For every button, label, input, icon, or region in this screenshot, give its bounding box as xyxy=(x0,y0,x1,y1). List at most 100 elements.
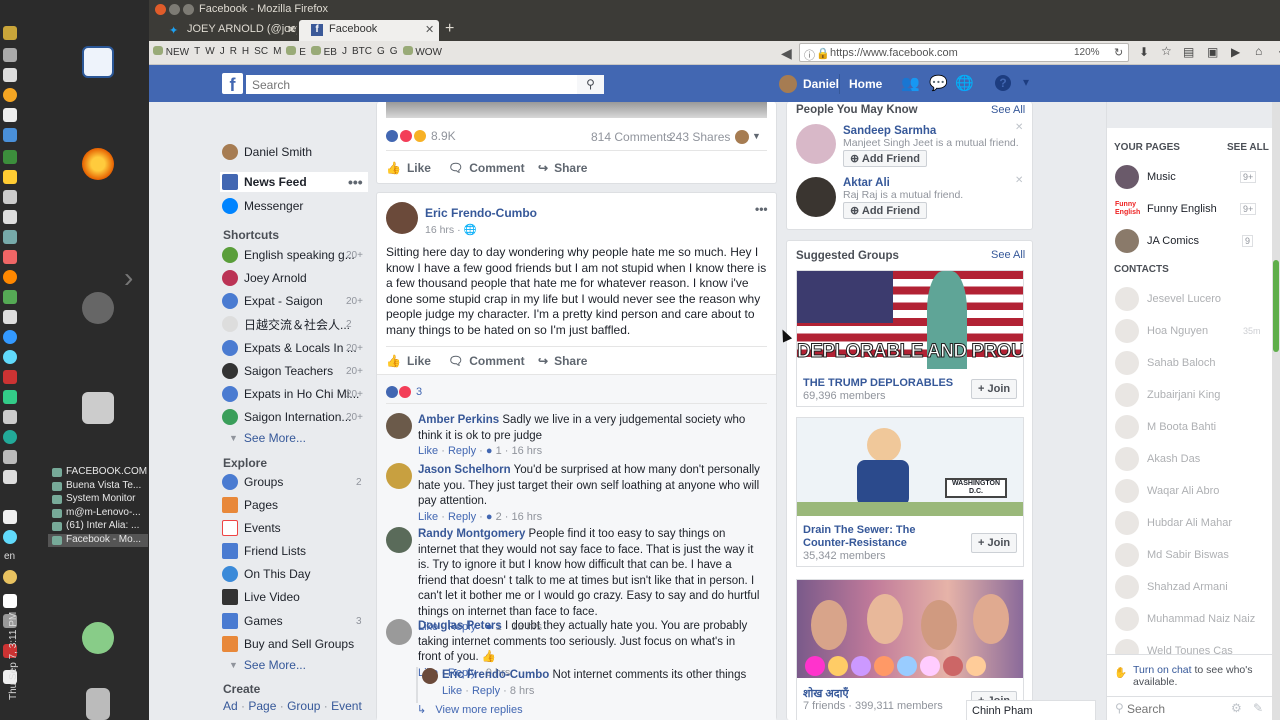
group-cover-image[interactable]: DEPLORABLE AND PROUD xyxy=(797,271,1023,369)
atom-icon[interactable] xyxy=(3,350,17,364)
window-list-item[interactable]: m@m-Lenovo-... xyxy=(48,507,148,521)
nav-profile[interactable]: Daniel Smith xyxy=(222,142,312,162)
zoom-level[interactable]: 120% xyxy=(1074,47,1100,58)
comment-button[interactable]: 🗨 Comment xyxy=(448,354,538,368)
page-scrollbar[interactable] xyxy=(1272,102,1280,720)
new-tab-button[interactable]: + xyxy=(445,20,454,38)
group-name[interactable]: Drain The Sewer: The Counter-Resistance xyxy=(803,524,963,550)
comment-like-link[interactable]: Like xyxy=(442,685,462,697)
share-button[interactable]: ↪ Share xyxy=(538,354,587,368)
window-list-item[interactable]: FACEBOOK.COM xyxy=(48,466,148,480)
avatar[interactable] xyxy=(386,202,418,234)
bookmark-item[interactable]: WOW xyxy=(402,46,442,58)
reload-icon[interactable]: ↻ xyxy=(1114,46,1123,59)
avatar[interactable] xyxy=(386,463,412,489)
contact-item[interactable]: Muhammad Naiz Naiz xyxy=(1115,607,1255,631)
bookmark-item[interactable]: EB xyxy=(310,46,337,58)
shortcut-item[interactable]: Saigon Internation... 20+ xyxy=(222,407,363,427)
page-item-music[interactable]: Music 9+ xyxy=(1115,165,1265,189)
comment-time[interactable]: 16 hrs xyxy=(512,511,543,523)
app-icon[interactable] xyxy=(3,210,17,224)
explore-item-events[interactable]: Events xyxy=(222,518,281,538)
facebook-logo[interactable]: f xyxy=(222,73,243,95)
avatar[interactable] xyxy=(386,619,412,645)
user-icon[interactable] xyxy=(82,622,114,654)
chrome-icon[interactable] xyxy=(3,330,17,344)
avatar[interactable] xyxy=(386,527,412,553)
url-text[interactable]: https://www.facebook.com xyxy=(830,47,958,59)
contact-item[interactable]: Sahab Baloch xyxy=(1115,351,1216,375)
contact-item[interactable]: M Boota Bahti xyxy=(1115,415,1216,439)
app-icon[interactable] xyxy=(3,108,17,122)
clock[interactable]: Thu Sep 7, 3:11 PM xyxy=(8,612,19,700)
comment-like-link[interactable]: Like xyxy=(418,511,438,523)
chat-tab[interactable]: Chinh Pham xyxy=(966,700,1096,720)
view-more-replies-link[interactable]: ↳ View more replies xyxy=(417,703,523,716)
app-icon[interactable] xyxy=(3,310,17,324)
comments-count[interactable]: 814 Comments xyxy=(591,130,672,144)
app-icon[interactable] xyxy=(3,470,17,484)
app-icon[interactable] xyxy=(3,510,17,524)
comment-like-link[interactable]: Like xyxy=(418,445,438,457)
contact-item[interactable]: Zubairjani King xyxy=(1115,383,1220,407)
comment-button[interactable]: 🗨 Comment xyxy=(448,161,538,175)
comment-reply-link[interactable]: Reply xyxy=(448,511,476,523)
app-icon[interactable] xyxy=(3,450,17,464)
dismiss-icon[interactable]: ✕ xyxy=(1015,175,1023,186)
chat-search-input[interactable] xyxy=(1127,700,1217,717)
pymk-name[interactable]: Aktar Ali xyxy=(843,177,890,189)
post-image[interactable] xyxy=(386,102,767,118)
shortcuts-see-more[interactable]: ▼ See More... xyxy=(229,428,306,448)
join-group-button[interactable]: + Join xyxy=(971,379,1018,399)
app-icon[interactable] xyxy=(3,290,17,304)
url-bar[interactable]: ⓘ 🔒 https://www.facebook.com 120% ↻ xyxy=(799,43,1129,62)
app-icon[interactable] xyxy=(3,68,17,82)
app-icon[interactable] xyxy=(3,250,17,264)
document-icon[interactable] xyxy=(82,46,114,78)
group-name[interactable]: शोख अदाएँ xyxy=(803,686,849,701)
pymk-see-all[interactable]: See All xyxy=(991,104,1025,116)
app-icon[interactable] xyxy=(3,26,17,40)
turn-on-chat-link[interactable]: Turn on chat xyxy=(1133,664,1192,676)
dismiss-icon[interactable]: ✕ xyxy=(1015,122,1023,133)
app-icon[interactable] xyxy=(3,570,17,584)
comment-reaction-count[interactable]: 2 xyxy=(496,511,502,523)
avatar[interactable] xyxy=(796,124,836,164)
app-icon[interactable] xyxy=(3,410,17,424)
bookmark-item[interactable]: E xyxy=(286,46,306,58)
bookmark-item[interactable]: G xyxy=(377,46,385,58)
bitcoin-icon[interactable] xyxy=(3,88,17,102)
chevron-down-icon[interactable]: ▼ xyxy=(752,131,761,141)
trash-icon[interactable] xyxy=(86,688,110,720)
page-item-ja-comics[interactable]: JA Comics 9 xyxy=(1115,229,1265,253)
gear-icon[interactable]: ⚙ xyxy=(1231,701,1242,715)
app-icon[interactable] xyxy=(3,270,17,284)
avatar[interactable] xyxy=(386,413,412,439)
group-cover-image[interactable] xyxy=(797,580,1023,678)
friend-requests-icon[interactable]: 👥 xyxy=(901,74,920,92)
tab-joey-arnold[interactable]: ✦ JOEY ARNOLD (@joey... ✕ xyxy=(157,20,297,41)
maximize-window-icon[interactable] xyxy=(183,4,194,15)
comment-author[interactable]: Douglas Peters xyxy=(418,620,502,632)
comment-reaction-count[interactable]: 1 xyxy=(496,445,502,457)
firefox-icon[interactable] xyxy=(82,148,114,180)
contact-item[interactable]: Shahzad Armani xyxy=(1115,575,1228,599)
chevron-right-icon[interactable]: › xyxy=(124,262,133,294)
create-ad-link[interactable]: Ad xyxy=(223,699,238,713)
explore-item-live-video[interactable]: Live Video xyxy=(222,587,300,607)
minimize-window-icon[interactable] xyxy=(169,4,180,15)
youtube-icon[interactable]: ▶ xyxy=(1231,45,1240,59)
back-icon[interactable]: ◀ xyxy=(781,45,792,62)
home-icon[interactable]: ⌂ xyxy=(1255,44,1262,58)
shortcut-item[interactable]: Expat - Saigon 20+ xyxy=(222,291,363,311)
contact-item[interactable]: Hubdar Ali Mahar xyxy=(1115,511,1232,535)
pymk-name[interactable]: Sandeep Sarmha xyxy=(843,125,936,137)
reaction-summary[interactable]: 8.9K xyxy=(386,129,456,143)
comment-time[interactable]: 16 hrs xyxy=(512,445,543,457)
window-list-item[interactable]: System Monitor xyxy=(48,493,148,507)
close-tab-icon[interactable]: ✕ xyxy=(425,23,434,36)
pocket-icon[interactable]: ▣ xyxy=(1207,45,1218,59)
shares-count[interactable]: 243 Shares xyxy=(669,130,730,144)
explore-item-friend-lists[interactable]: Friend Lists xyxy=(222,541,306,561)
shortcut-item[interactable]: Joey Arnold xyxy=(222,268,307,288)
